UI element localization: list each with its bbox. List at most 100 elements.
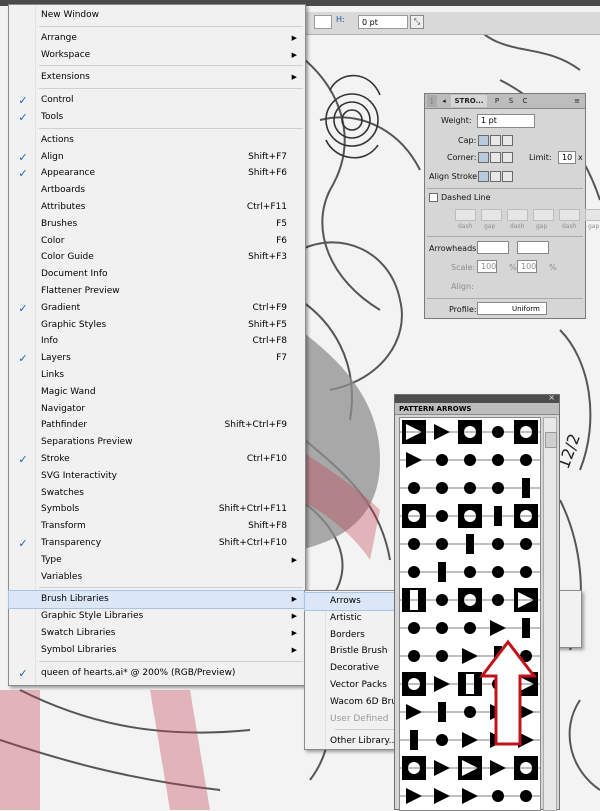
- gap-input[interactable]: [481, 209, 502, 221]
- menu-item-symbol-libraries[interactable]: Symbol Libraries ▶: [9, 642, 305, 659]
- pattern-brush-swatch[interactable]: [428, 560, 456, 584]
- pattern-brush-swatch[interactable]: [484, 616, 512, 640]
- pattern-brush-swatch[interactable]: [428, 700, 456, 724]
- menu-item-align[interactable]: ✓ Align Shift+F7: [9, 149, 305, 166]
- pattern-brush-swatch[interactable]: [512, 784, 540, 808]
- align-center-button[interactable]: [478, 171, 489, 182]
- menu-item-transform[interactable]: Transform Shift+F8: [9, 518, 305, 535]
- gap-input[interactable]: [533, 209, 554, 221]
- menu-item-appearance[interactable]: ✓ Appearance Shift+F6: [9, 165, 305, 182]
- pattern-brush-swatch[interactable]: [512, 756, 540, 780]
- pattern-brush-swatch[interactable]: [512, 588, 540, 612]
- menu-item-flattener-preview[interactable]: Flattener Preview: [9, 283, 305, 300]
- panel-menu-icon[interactable]: ≡: [571, 95, 583, 107]
- pattern-brush-swatch[interactable]: [400, 672, 428, 696]
- dashed-line-checkbox[interactable]: [429, 193, 438, 202]
- menu-item-brushes[interactable]: Brushes F5: [9, 216, 305, 233]
- pattern-brush-swatch[interactable]: [484, 756, 512, 780]
- round-join-button[interactable]: [490, 152, 501, 163]
- tab-c[interactable]: C: [519, 95, 531, 107]
- bevel-join-button[interactable]: [502, 152, 513, 163]
- pattern-brush-swatch[interactable]: [484, 588, 512, 612]
- menu-item-attributes[interactable]: Attributes Ctrl+F11: [9, 199, 305, 216]
- pattern-brush-swatch[interactable]: [428, 532, 456, 556]
- height-input[interactable]: 0 pt: [358, 15, 408, 29]
- menu-item-layers[interactable]: ✓ Layers F7: [9, 350, 305, 367]
- pattern-brush-swatch[interactable]: [512, 448, 540, 472]
- control-field[interactable]: [314, 15, 332, 29]
- pattern-brush-swatch[interactable]: [400, 588, 428, 612]
- pattern-brush-swatch[interactable]: [484, 560, 512, 584]
- menu-item-gradient[interactable]: ✓ Gradient Ctrl+F9: [9, 300, 305, 317]
- collapse-icon[interactable]: ◂: [439, 95, 449, 107]
- profile-select[interactable]: Uniform: [477, 302, 547, 315]
- tab-p[interactable]: P: [491, 95, 503, 107]
- scale-end-input[interactable]: 100: [517, 260, 537, 273]
- menu-item-links[interactable]: Links: [9, 367, 305, 384]
- pattern-brush-swatch[interactable]: [400, 560, 428, 584]
- pattern-brush-swatch[interactable]: [400, 756, 428, 780]
- menu-item-color[interactable]: Color F6: [9, 233, 305, 250]
- close-icon[interactable]: ×: [548, 393, 555, 402]
- pattern-brush-swatch[interactable]: [484, 420, 512, 444]
- pattern-brush-swatch[interactable]: [484, 532, 512, 556]
- menu-item-symbols[interactable]: Symbols Shift+Ctrl+F11: [9, 501, 305, 518]
- pattern-brush-swatch[interactable]: [428, 756, 456, 780]
- menu-item-document-info[interactable]: Document Info: [9, 266, 305, 283]
- menu-item-variables[interactable]: Variables: [9, 569, 305, 586]
- menu-item-pathfinder[interactable]: Pathfinder Shift+Ctrl+F9: [9, 417, 305, 434]
- panel-grip-icon[interactable]: ⋮: [427, 95, 437, 107]
- menu-item-stroke[interactable]: ✓ Stroke Ctrl+F10: [9, 451, 305, 468]
- pattern-brush-swatch[interactable]: [456, 420, 484, 444]
- pattern-brush-swatch[interactable]: [400, 476, 428, 500]
- weight-input[interactable]: 1 pt: [477, 114, 535, 128]
- scroll-thumb[interactable]: [545, 432, 557, 448]
- dash-input[interactable]: [507, 209, 528, 221]
- pattern-brush-swatch[interactable]: [428, 476, 456, 500]
- pattern-brush-swatch[interactable]: [456, 560, 484, 584]
- menu-item-info[interactable]: Info Ctrl+F8: [9, 333, 305, 350]
- menu-item-tools[interactable]: ✓ Tools: [9, 109, 305, 126]
- menu-item-workspace[interactable]: Workspace ▶: [9, 47, 305, 64]
- pattern-brush-swatch[interactable]: [456, 588, 484, 612]
- pattern-brush-swatch[interactable]: [512, 532, 540, 556]
- stroke-panel[interactable]: ⋮ ◂ STRO... P S C ≡ Weight: 1 pt Cap: Co…: [424, 93, 600, 319]
- align-outside-button[interactable]: [502, 171, 513, 182]
- menu-item-graphic-style-libraries[interactable]: Graphic Style Libraries ▶: [9, 608, 305, 625]
- menu-item-color-guide[interactable]: Color Guide Shift+F3: [9, 249, 305, 266]
- pattern-brush-swatch[interactable]: [456, 504, 484, 528]
- pattern-brush-swatch[interactable]: [512, 420, 540, 444]
- tab-stroke[interactable]: STRO...: [451, 95, 487, 107]
- menu-item-swatch-libraries[interactable]: Swatch Libraries ▶: [9, 625, 305, 642]
- pattern-brush-swatch[interactable]: [400, 616, 428, 640]
- menu-item-separations-preview[interactable]: Separations Preview: [9, 434, 305, 451]
- menu-item-navigator[interactable]: Navigator: [9, 401, 305, 418]
- pattern-brush-swatch[interactable]: [400, 728, 428, 752]
- pattern-brush-swatch[interactable]: [456, 476, 484, 500]
- constrain-icon[interactable]: ⤡: [410, 15, 424, 29]
- pattern-brush-swatch[interactable]: [400, 504, 428, 528]
- pattern-brush-swatch[interactable]: [428, 644, 456, 668]
- pattern-brush-swatch[interactable]: [512, 616, 540, 640]
- menu-item-arrange[interactable]: Arrange ▶: [9, 30, 305, 47]
- dash-input[interactable]: [455, 209, 476, 221]
- pattern-brush-swatch[interactable]: [484, 448, 512, 472]
- scrollbar[interactable]: [543, 417, 557, 811]
- pattern-brush-swatch[interactable]: [428, 728, 456, 752]
- menu-item-queen-of-hearts-ai-200-rgb-preview[interactable]: ✓ queen of hearts.ai* @ 200% (RGB/Preview…: [9, 665, 305, 682]
- brush-grid[interactable]: [399, 417, 541, 811]
- limit-input[interactable]: 10: [558, 151, 576, 164]
- gap-input[interactable]: [585, 209, 600, 221]
- menu-item-type[interactable]: Type ▶: [9, 552, 305, 569]
- pattern-brush-swatch[interactable]: [428, 504, 456, 528]
- pattern-brush-swatch[interactable]: [484, 504, 512, 528]
- pattern-brush-swatch[interactable]: [428, 616, 456, 640]
- pattern-brush-swatch[interactable]: [400, 644, 428, 668]
- miter-join-button[interactable]: [478, 152, 489, 163]
- pattern-brush-swatch[interactable]: [400, 700, 428, 724]
- scale-start-input[interactable]: 100: [477, 260, 497, 273]
- pattern-brush-swatch[interactable]: [400, 448, 428, 472]
- menu-item-transparency[interactable]: ✓ Transparency Shift+Ctrl+F10: [9, 535, 305, 552]
- pattern-brush-swatch[interactable]: [428, 588, 456, 612]
- pattern-brush-swatch[interactable]: [456, 532, 484, 556]
